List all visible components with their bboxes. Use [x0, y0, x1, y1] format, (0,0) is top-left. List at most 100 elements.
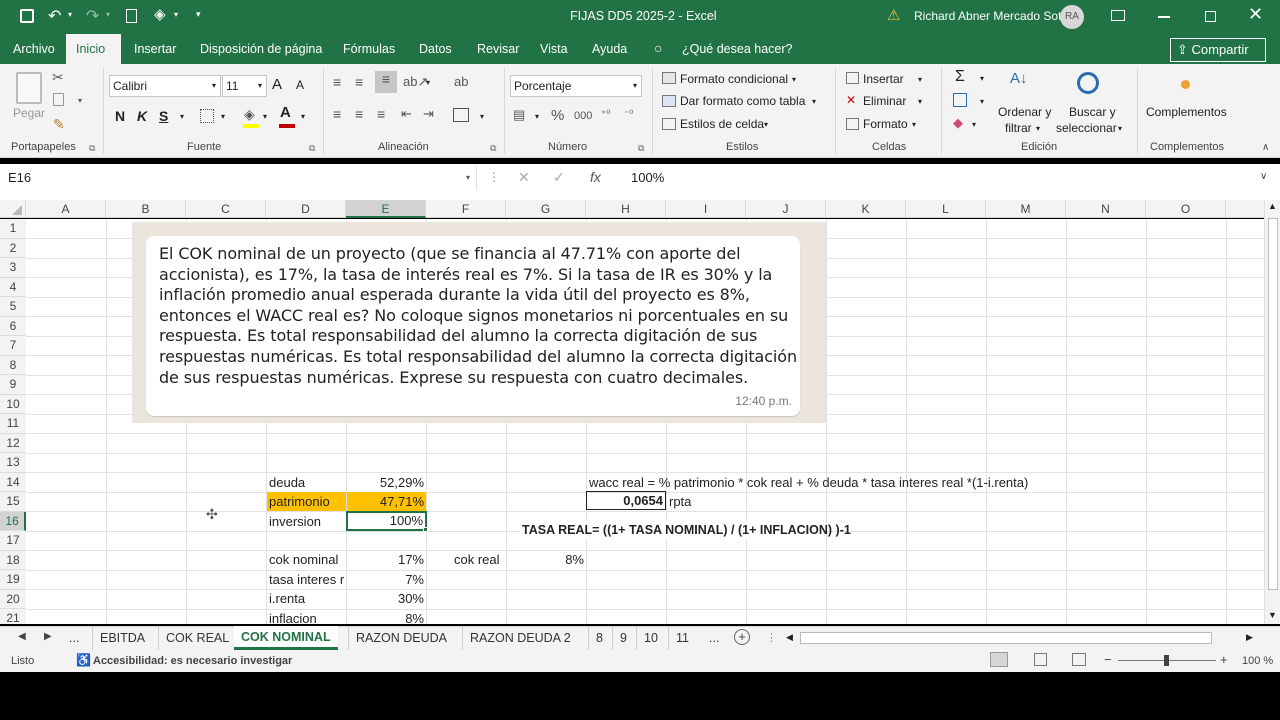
column-header[interactable]: D	[266, 200, 346, 218]
currency-dropdown-icon[interactable]: ▾	[535, 112, 539, 121]
row-header[interactable]: 13	[0, 453, 26, 473]
sheet-prev-icon[interactable]: ◀	[18, 631, 26, 642]
h-scroll-thumb[interactable]	[800, 632, 1212, 644]
fill-down-dropdown-icon[interactable]: ▾	[980, 97, 984, 106]
scroll-up-icon[interactable]: ▲	[1268, 201, 1277, 211]
zoom-slider-thumb[interactable]	[1164, 655, 1169, 666]
clear-icon[interactable]: ◆	[953, 115, 963, 131]
find-select-dropdown-icon[interactable]: ▾	[1118, 124, 1122, 133]
sheet-tab[interactable]: 8	[588, 627, 610, 650]
page-layout-view-icon[interactable]	[1034, 653, 1047, 666]
sheet-tab-more-right[interactable]: ...	[702, 627, 726, 650]
fill-dropdown-icon[interactable]: ▾	[263, 112, 267, 121]
number-launcher-icon[interactable]: ⧉	[638, 143, 644, 154]
fill-qat-dropdown-icon[interactable]: ▾	[174, 10, 178, 19]
font-color-icon[interactable]: A	[280, 104, 291, 121]
name-box-dropdown-icon[interactable]: ▾	[466, 166, 470, 190]
currency-icon[interactable]: ▤	[513, 107, 525, 123]
number-format-dropdown-icon[interactable]: ▾	[633, 76, 637, 96]
formula-input[interactable]: 100%	[631, 170, 664, 185]
scroll-down-icon[interactable]: ▼	[1268, 610, 1277, 620]
column-header[interactable]: H	[586, 200, 666, 218]
row-header[interactable]: 8	[0, 355, 26, 375]
ribbon-display-options-icon[interactable]	[1111, 10, 1125, 21]
sheet-tab[interactable]: 9	[612, 627, 634, 650]
thousands-button[interactable]: 000	[574, 110, 592, 122]
fill-color-qat-icon[interactable]: ◈	[154, 5, 166, 23]
tab-disposicion[interactable]: Disposición de página	[190, 34, 332, 64]
save-icon[interactable]	[20, 9, 34, 23]
cell-g16-formula-note[interactable]: TASA REAL= ((1+ TASA NOMINAL) / (1+ INFL…	[520, 521, 851, 540]
row-header[interactable]: 5	[0, 297, 26, 317]
sort-filter-label-1[interactable]: Ordenar y	[998, 105, 1051, 119]
row-header[interactable]: 10	[0, 394, 26, 414]
cell-d18[interactable]: cok nominal	[267, 550, 346, 569]
delete-cells-button[interactable]: Eliminar	[863, 94, 906, 108]
format-dropdown-icon[interactable]: ▾	[912, 120, 916, 129]
vertical-scrollbar[interactable]: ▲ ▼	[1264, 200, 1280, 624]
merge-center-icon[interactable]	[453, 108, 469, 122]
sort-filter-label-2[interactable]: filtrar	[1005, 121, 1032, 135]
cell-g18[interactable]: 8%	[507, 550, 586, 569]
sheet-tab[interactable]: COK REAL	[158, 627, 236, 650]
format-cells-button[interactable]: Formato	[863, 117, 908, 131]
cell-d20[interactable]: i.renta	[267, 589, 346, 608]
cancel-entry-icon[interactable]: ✕	[518, 169, 530, 186]
name-box[interactable]: E16 ▾	[5, 166, 477, 190]
font-color-dropdown-icon[interactable]: ▾	[301, 112, 305, 121]
tab-insertar[interactable]: Insertar	[124, 34, 186, 64]
confirm-entry-icon[interactable]: ✓	[553, 169, 565, 186]
normal-view-icon[interactable]	[990, 652, 1008, 667]
tab-vista[interactable]: Vista	[530, 34, 578, 64]
row-header[interactable]: 11	[0, 414, 26, 434]
cell-styles-button[interactable]: Estilos de celda	[680, 117, 764, 131]
font-launcher-icon[interactable]: ⧉	[309, 143, 315, 154]
copy-dropdown-icon[interactable]: ▾	[78, 96, 82, 105]
sheet-tab[interactable]: RAZON DEUDA	[348, 627, 454, 650]
italic-button[interactable]: K	[137, 108, 147, 124]
formula-bar-options-icon[interactable]: ⋮	[488, 170, 500, 184]
column-header[interactable]: B	[106, 200, 186, 218]
row-header-selected[interactable]: 16	[0, 511, 26, 531]
sheet-tab[interactable]: 11	[668, 627, 696, 650]
undo-dropdown-icon[interactable]: ▾	[68, 10, 72, 19]
close-icon[interactable]: ✕	[1248, 4, 1263, 25]
share-button[interactable]: ⇪ Compartir	[1170, 38, 1266, 62]
orientation-dropdown-icon[interactable]: ▾	[426, 78, 430, 87]
tab-inicio[interactable]: Inicio	[66, 34, 121, 64]
decrease-font-icon[interactable]: A	[296, 78, 304, 92]
cell-e15[interactable]: 47,71%	[347, 492, 426, 511]
column-header-selected[interactable]: E	[346, 200, 426, 218]
borders-icon[interactable]	[200, 109, 214, 123]
wrap-text-icon[interactable]: ab	[454, 74, 468, 89]
sheet-tab-active[interactable]: COK NOMINAL	[234, 626, 338, 650]
tell-me-search[interactable]: ¿Qué desea hacer?	[672, 34, 803, 64]
insert-dropdown-icon[interactable]: ▾	[918, 75, 922, 84]
row-header[interactable]: 17	[0, 531, 26, 551]
increase-indent-icon[interactable]: ⇥	[423, 106, 434, 122]
sheet-tab[interactable]: RAZON DEUDA 2	[462, 627, 578, 650]
accessibility-icon[interactable]: ♿	[76, 653, 91, 667]
column-header[interactable]: G	[506, 200, 586, 218]
column-header[interactable]: C	[186, 200, 266, 218]
cell-d15[interactable]: patrimonio	[267, 492, 346, 511]
cell-d19[interactable]: tasa interes r	[267, 570, 346, 589]
cell-e18[interactable]: 17%	[347, 550, 426, 569]
row-header[interactable]: 20	[0, 589, 26, 609]
insert-function-icon[interactable]: fx	[590, 169, 601, 185]
cell-styles-dropdown-icon[interactable]: ▾	[764, 120, 768, 129]
number-format-select[interactable]: Porcentaje ▾	[510, 75, 642, 97]
cell-e14[interactable]: 52,29%	[347, 473, 426, 492]
redo-dropdown-icon[interactable]: ▾	[106, 10, 110, 19]
scroll-right-icon[interactable]: ▶	[1246, 632, 1253, 643]
column-header[interactable]: M	[986, 200, 1066, 218]
font-name-select[interactable]: Calibri ▾	[109, 75, 221, 97]
column-header[interactable]: F	[426, 200, 506, 218]
avatar[interactable]: RA	[1060, 5, 1084, 29]
tab-datos[interactable]: Datos	[409, 34, 462, 64]
user-name[interactable]: Richard Abner Mercado Soto	[914, 9, 1068, 23]
cell-e16-selected[interactable]: 100%	[346, 511, 427, 531]
column-header[interactable]: N	[1066, 200, 1146, 218]
cell-h14[interactable]: wacc real = % patrimonio * cok real + % …	[587, 473, 1107, 492]
column-header[interactable]: J	[746, 200, 826, 218]
